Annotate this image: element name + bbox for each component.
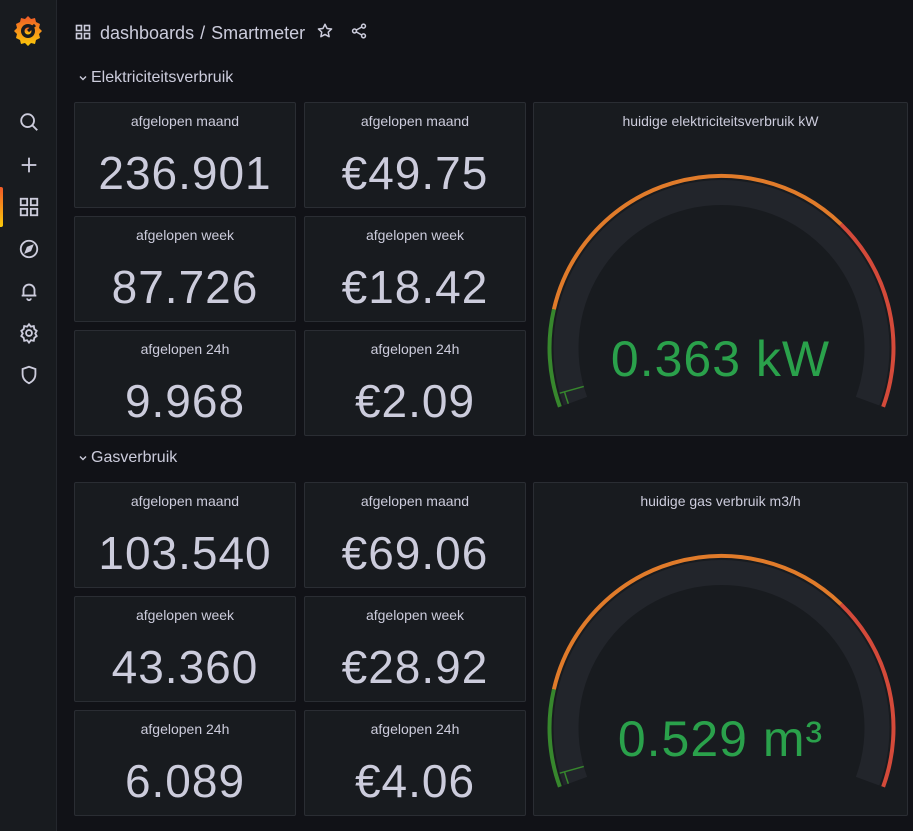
panel-title: afgelopen 24h [370,721,460,737]
stat-value: 87.726 [111,261,259,313]
panel-title: afgelopen week [135,607,235,623]
stat-value: 6.089 [124,755,246,807]
gauge-value: 0.529 m³ [617,711,824,767]
panel-title: afgelopen 24h [370,341,460,357]
row-header-gas[interactable]: Gasverbruik [78,448,177,468]
stat-panel[interactable]: afgelopen maand €69.06 [304,482,526,588]
stat-panel[interactable]: afgelopen 24h €2.09 [304,330,526,436]
gauge-panel[interactable]: huidige gas verbruik m3/h 0.529 m³ [533,482,908,816]
stat-panel[interactable]: afgelopen maand 236.901 [74,102,296,208]
panel-title: afgelopen 24h [140,721,230,737]
stat-value: €28.92 [341,641,489,693]
panel-title: afgelopen maand [130,493,240,509]
panel-title: afgelopen week [365,607,465,623]
grafana-logo-icon[interactable] [13,13,43,47]
stat-value: €69.06 [341,527,489,579]
bell-icon[interactable] [0,271,57,311]
page-header: dashboards / Smartmeter [58,0,913,64]
stat-panel[interactable]: afgelopen 24h 9.968 [74,330,296,436]
panel-title: afgelopen maand [130,113,240,129]
stat-panel[interactable]: afgelopen 24h 6.089 [74,710,296,816]
gear-icon[interactable] [0,313,57,353]
panel-title: afgelopen 24h [140,341,230,357]
stat-value: 103.540 [98,527,272,579]
share-icon[interactable] [350,22,370,42]
chevron-down-icon [79,456,87,461]
compass-icon[interactable] [0,229,57,269]
stat-value: 236.901 [98,147,272,199]
chevron-down-icon [79,76,87,81]
breadcrumb-root-link[interactable]: dashboards [100,21,194,45]
breadcrumb-current[interactable]: Smartmeter [211,21,305,45]
stat-panel[interactable]: afgelopen week €18.42 [304,216,526,322]
panel-title: afgelopen maand [360,493,470,509]
breadcrumb: dashboards / Smartmeter [100,21,305,45]
stat-value: 43.360 [111,641,259,693]
plus-icon[interactable] [0,145,57,185]
search-icon[interactable] [0,102,57,142]
row-title: Gasverbruik [91,449,178,466]
stat-panel[interactable]: afgelopen 24h €4.06 [304,710,526,816]
gauge-panel[interactable]: huidige elektriciteitsverbruik kW 0.363 … [533,102,908,436]
stat-value: 9.968 [124,375,246,427]
row-header-electricity[interactable]: Elektriciteitsverbruik [78,68,233,88]
stat-panel[interactable]: afgelopen maand €49.75 [304,102,526,208]
stat-value: €18.42 [341,261,489,313]
stat-panel[interactable]: afgelopen maand 103.540 [74,482,296,588]
panel-title: afgelopen week [135,227,235,243]
stat-value: €4.06 [354,755,476,807]
stat-panel[interactable]: afgelopen week 43.360 [74,596,296,702]
gauge-value: 0.363 kW [610,331,831,387]
row-title: Elektriciteitsverbruik [91,69,234,86]
stat-value: €49.75 [341,147,489,199]
star-icon[interactable] [316,22,336,42]
breadcrumb-separator: / [200,23,206,43]
shield-icon[interactable] [0,355,57,395]
panel-title: afgelopen maand [360,113,470,129]
stat-value: €2.09 [354,375,476,427]
dashboards-icon[interactable] [0,187,57,227]
sidebar [0,0,57,831]
dashboards-grid-icon [75,24,91,40]
stat-panel[interactable]: afgelopen week 87.726 [74,216,296,322]
panel-title: afgelopen week [365,227,465,243]
stat-panel[interactable]: afgelopen week €28.92 [304,596,526,702]
